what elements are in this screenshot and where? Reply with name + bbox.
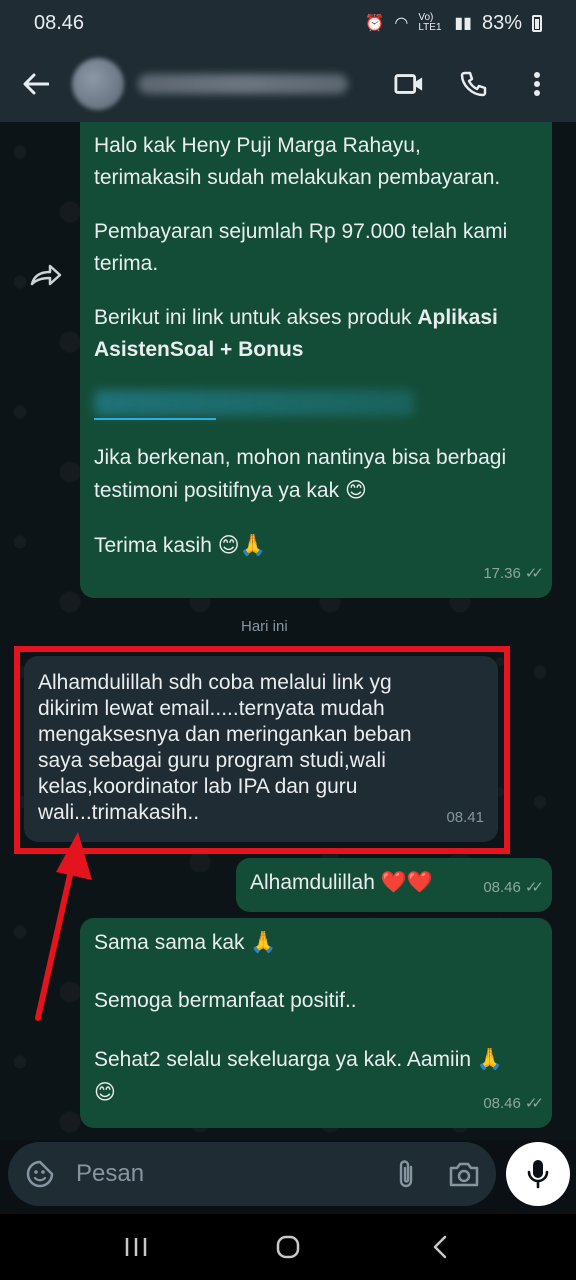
message-text: Sehat2 selalu sekeluarga ya kak. Aamiin … xyxy=(94,1043,536,1109)
message-text-part: Berikut ini link untuk akses produk xyxy=(94,306,418,329)
message-input[interactable]: Pesan xyxy=(8,1142,496,1206)
message-text-part: Alhamdulillah xyxy=(250,871,375,894)
product-name-bold: AsistenSoal + Bonus xyxy=(94,338,304,361)
message-time: 08.41 xyxy=(446,809,484,826)
status-time: 08.46 xyxy=(34,11,85,34)
heart-emoji-icon: ❤️❤️ xyxy=(380,870,434,894)
video-call-icon[interactable] xyxy=(394,69,424,99)
message-text: Alhamdulillah sdh coba melalui link yg d… xyxy=(38,671,412,824)
chat-header xyxy=(0,46,576,122)
message-bubble-outgoing[interactable]: Sama sama kak 🙏 Semoga bermanfaat positi… xyxy=(80,918,552,1128)
signal-icon: ▮▮ xyxy=(454,15,472,32)
message-bubble-outgoing[interactable]: Alhamdulillah ❤️❤️ 08.46 ✓✓ xyxy=(236,858,552,912)
product-name-bold: Aplikasi xyxy=(417,306,498,329)
message-time: 08.46 xyxy=(483,1095,521,1112)
message-meta: 08.46 ✓✓ xyxy=(483,872,544,904)
emoji-sticker-icon[interactable] xyxy=(22,1156,58,1192)
pray-emoji-icon: 🙏 xyxy=(476,1047,504,1071)
message-text-part: Terima kasih xyxy=(94,534,212,557)
input-bar: Pesan xyxy=(0,1140,576,1214)
message-text-part: Sehat2 selalu sekeluarga ya kak. Aamiin xyxy=(94,1048,472,1071)
day-separator: Hari ini xyxy=(241,618,288,635)
message-meta: 08.46 ✓✓ xyxy=(483,1088,544,1120)
message-time: 17.36 xyxy=(483,565,521,582)
microphone-icon xyxy=(527,1160,549,1189)
back-arrow-icon[interactable] xyxy=(18,66,54,102)
message-text: Sama sama kak 🙏 xyxy=(94,926,536,959)
double-check-icon: ✓✓ xyxy=(524,879,544,896)
status-bar: 08.46 ⏰ ◠ Vo) LTE1 ▮▮ 83% xyxy=(0,0,576,46)
pray-emoji-icon: 🙏 xyxy=(250,930,277,954)
contact-avatar[interactable] xyxy=(72,58,124,110)
smile-emoji-icon: 😊 xyxy=(94,1080,116,1104)
home-icon[interactable] xyxy=(258,1227,318,1267)
message-text: Halo kak Heny Puji Marga Rahayu, terimak… xyxy=(94,134,501,189)
smile-emoji-icon: 😊 xyxy=(217,533,240,557)
blurred-link[interactable] xyxy=(94,390,414,416)
message-text: Jika berkenan, mohon nantinya bisa berba… xyxy=(94,442,536,507)
double-check-icon: ✓✓ xyxy=(524,565,544,582)
smile-emoji-icon: 😊 xyxy=(344,478,367,502)
system-nav-bar xyxy=(0,1214,576,1280)
chat-area[interactable]: Halo kak Heny Puji Marga Rahayu, terimak… xyxy=(0,122,576,1140)
message-bubble-incoming[interactable]: Alhamdulillah sdh coba melalui link yg d… xyxy=(24,656,498,842)
message-input-placeholder[interactable]: Pesan xyxy=(76,1160,378,1188)
message-text-part: Sama sama kak xyxy=(94,931,245,954)
attach-icon[interactable] xyxy=(388,1156,424,1192)
pray-emoji-icon: 🙏 xyxy=(239,533,266,557)
double-check-icon: ✓✓ xyxy=(524,1095,544,1112)
recent-apps-icon[interactable] xyxy=(106,1227,166,1267)
message-bubble-outgoing[interactable]: Halo kak Heny Puji Marga Rahayu, terimak… xyxy=(80,122,552,598)
back-icon[interactable] xyxy=(410,1227,470,1267)
message-text: Pembayaran sejumlah Rp 97.000 telah kami… xyxy=(94,220,508,275)
message-text-part: Jika berkenan, mohon nantinya bisa berba… xyxy=(94,446,507,502)
microphone-button[interactable] xyxy=(506,1142,570,1206)
link-underline xyxy=(94,418,216,420)
alarm-icon: ⏰ xyxy=(364,15,385,32)
message-text: Terima kasih 😊🙏 xyxy=(94,529,536,562)
message-meta: 17.36 ✓✓ xyxy=(483,558,544,590)
network-label: Vo) LTE1 xyxy=(418,12,442,33)
contact-name-blurred[interactable] xyxy=(138,74,348,94)
message-meta: 08.41 xyxy=(446,802,484,834)
status-icons: ⏰ ◠ Vo) LTE1 ▮▮ 83% xyxy=(364,12,542,35)
battery-icon xyxy=(532,14,542,32)
camera-icon[interactable] xyxy=(446,1156,482,1192)
message-time: 08.46 xyxy=(483,879,521,896)
forward-icon[interactable] xyxy=(28,262,68,292)
more-options-icon[interactable] xyxy=(522,69,552,99)
voice-call-icon[interactable] xyxy=(458,69,488,99)
message-text: Semoga bermanfaat positif.. xyxy=(94,989,357,1012)
message-text: Berikut ini link untuk akses produk Apli… xyxy=(94,302,536,366)
battery-percent: 83% xyxy=(481,11,522,34)
wifi-icon: ◠ xyxy=(394,15,409,32)
